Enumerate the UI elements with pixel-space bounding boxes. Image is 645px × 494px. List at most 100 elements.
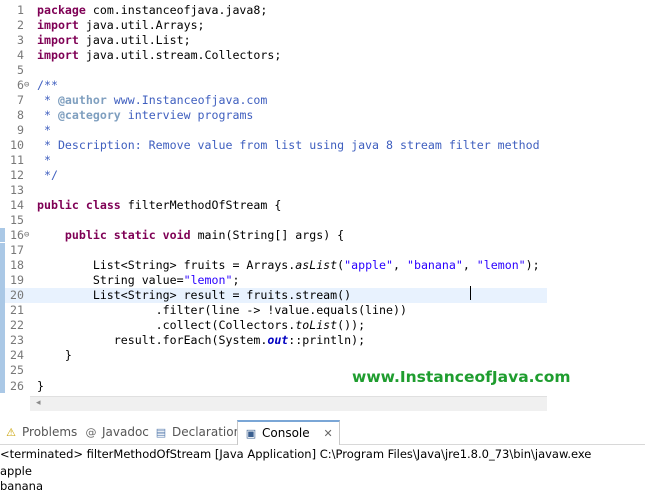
tab-problems[interactable]: ⚠ Problems [4, 420, 77, 444]
code-line[interactable]: 11 * [0, 153, 547, 168]
code-line[interactable]: 5 [0, 63, 547, 78]
code-text[interactable]: */ [37, 168, 58, 183]
code-line[interactable]: 20 List<String> result = fruits.stream() [0, 288, 547, 304]
code-text[interactable]: List<String> fruits = Arrays.asList("app… [37, 258, 540, 273]
code-line[interactable]: 15 [0, 213, 547, 228]
code-token: import [37, 18, 79, 33]
code-line[interactable]: 14 public class filterMethodOfStream { [0, 198, 547, 213]
code-line[interactable]: 9 * [0, 123, 547, 138]
code-text[interactable]: * [37, 153, 51, 168]
code-line[interactable]: 3 import java.util.List; [0, 33, 547, 48]
fold-toggle-icon[interactable]: ⊖ [24, 228, 32, 243]
code-token: "lemon" [183, 273, 233, 288]
tab-javadoc[interactable]: @ Javadoc [84, 420, 149, 444]
console-description: <terminated> filterMethodOfStream [Java … [0, 447, 592, 461]
code-text[interactable]: String value="lemon"; [37, 273, 240, 288]
code-token: out [267, 333, 289, 348]
code-line[interactable]: 22 .collect(Collectors.toList()); [0, 318, 547, 333]
code-editor[interactable]: 1 package com.instanceofjava.java8; 2 impor… [0, 0, 547, 398]
code-line[interactable]: 23 result.forEach(System.out::println); [0, 333, 547, 348]
code-token: class [85, 198, 121, 213]
code-text[interactable]: package com.instanceofjava.java8; [37, 3, 267, 18]
code-line[interactable]: 17 [0, 243, 547, 258]
code-line[interactable]: 16 ⊖ public static void main(String[] arg… [0, 228, 547, 243]
code-line[interactable]: 18 List<String> fruits = Arrays.asList("… [0, 258, 547, 273]
code-token: www.Instanceofjava.com [106, 93, 268, 108]
code-token: java.util.List; [78, 33, 191, 48]
code-token: } [37, 378, 44, 393]
code-token: List<String> fruits = Arrays. [37, 258, 296, 273]
code-text[interactable]: .collect(Collectors.toList()); [37, 318, 365, 333]
code-line[interactable]: 7 * @author www.Instanceofjava.com [0, 93, 547, 108]
code-line[interactable]: 10 * Description: Remove value from list… [0, 138, 547, 153]
console-icon: ▣ [245, 427, 257, 440]
code-token: java.util.stream.Collectors; [78, 48, 282, 63]
line-number: 13 [10, 183, 24, 198]
code-text[interactable]: public static void main(String[] args) { [37, 228, 344, 243]
code-text[interactable]: /** [37, 78, 58, 93]
change-marker [0, 228, 5, 242]
close-icon[interactable]: ✕ [323, 427, 332, 440]
code-line[interactable]: 19 String value="lemon"; [0, 273, 547, 288]
change-marker [0, 318, 5, 333]
code-text[interactable]: import java.util.Arrays; [37, 18, 205, 33]
tab-declaration[interactable]: ▤ Declaration [154, 420, 241, 444]
console-output-line: banana [0, 479, 44, 493]
horizontal-scrollbar[interactable]: ◂ [30, 396, 547, 411]
code-line[interactable]: 6 ⊖ /** [0, 78, 547, 93]
code-token: main(String[] args) { [190, 228, 345, 243]
code-text[interactable]: * Description: Remove value from list us… [37, 138, 540, 153]
code-text[interactable]: result.forEach(System.out::println); [37, 333, 365, 348]
code-token: com.instanceofjava.java8; [85, 3, 268, 17]
tab-console[interactable]: ▣ Console ✕ [237, 420, 340, 445]
code-token: import [37, 48, 79, 63]
fold-toggle-icon[interactable]: ⊖ [24, 78, 32, 93]
change-marker [0, 348, 5, 363]
console-output-line: apple [0, 464, 32, 478]
line-number: 3 [17, 33, 24, 48]
code-token: ; [232, 273, 240, 288]
code-token: } [37, 348, 72, 363]
code-line[interactable]: 4 import java.util.stream.Collectors; [0, 48, 547, 63]
code-line[interactable]: 24 } [0, 348, 547, 363]
code-line[interactable]: 13 [0, 183, 547, 198]
code-token: result.forEach(System. [37, 333, 268, 348]
code-text[interactable]: .filter(line -> !value.equals(line)) [37, 303, 407, 318]
problems-icon: ⚠ [6, 426, 16, 439]
code-token: List<String> result = fruits.stream() [37, 288, 352, 303]
code-token: * [37, 93, 58, 108]
code-token: /** [37, 78, 58, 93]
code-line[interactable]: 12 */ [0, 168, 547, 183]
line-number: 4 [17, 48, 24, 63]
code-token: .filter(line -> !value.equals(line)) [37, 303, 407, 318]
code-text[interactable]: public class filterMethodOfStream { [37, 198, 281, 213]
website-watermark: www.InstanceofJava.com [352, 368, 571, 386]
change-marker [0, 363, 5, 378]
code-line[interactable]: 2 import java.util.Arrays; [0, 18, 547, 33]
code-token: asList [295, 258, 338, 273]
code-text[interactable]: import java.util.stream.Collectors; [37, 48, 281, 63]
code-line[interactable]: 21 .filter(line -> !value.equals(line)) [0, 303, 547, 318]
code-token: java.util.Arrays; [78, 18, 205, 33]
code-line[interactable]: 1 package com.instanceofjava.java8; [0, 3, 547, 18]
code-text[interactable]: import java.util.List; [37, 33, 191, 48]
code-text[interactable]: } [37, 379, 44, 394]
code-token: , [393, 258, 407, 273]
scroll-left-arrow-icon[interactable]: ◂ [36, 398, 41, 408]
code-token: .collect(Collectors. [37, 318, 296, 333]
code-text[interactable]: * @category interview programs [37, 108, 253, 123]
bottom-view-tabs: ⚠ Problems @ Javadoc ▤ Declaration ▣ Console… [0, 420, 645, 445]
code-text[interactable]: List<String> result = fruits.stream() [37, 288, 351, 303]
code-line[interactable]: 8 * @category interview programs [0, 108, 547, 123]
code-token: ::println); [288, 333, 366, 348]
change-marker [0, 333, 5, 348]
code-text[interactable]: * [37, 123, 51, 138]
code-text[interactable]: } [37, 348, 72, 363]
line-number: 10 [10, 138, 24, 153]
code-token: String value= [37, 273, 184, 288]
code-text[interactable]: * @author www.Instanceofjava.com [37, 93, 267, 108]
line-number: 6 [17, 78, 24, 93]
declaration-icon: ▤ [155, 426, 167, 439]
code-token: void [162, 228, 191, 243]
